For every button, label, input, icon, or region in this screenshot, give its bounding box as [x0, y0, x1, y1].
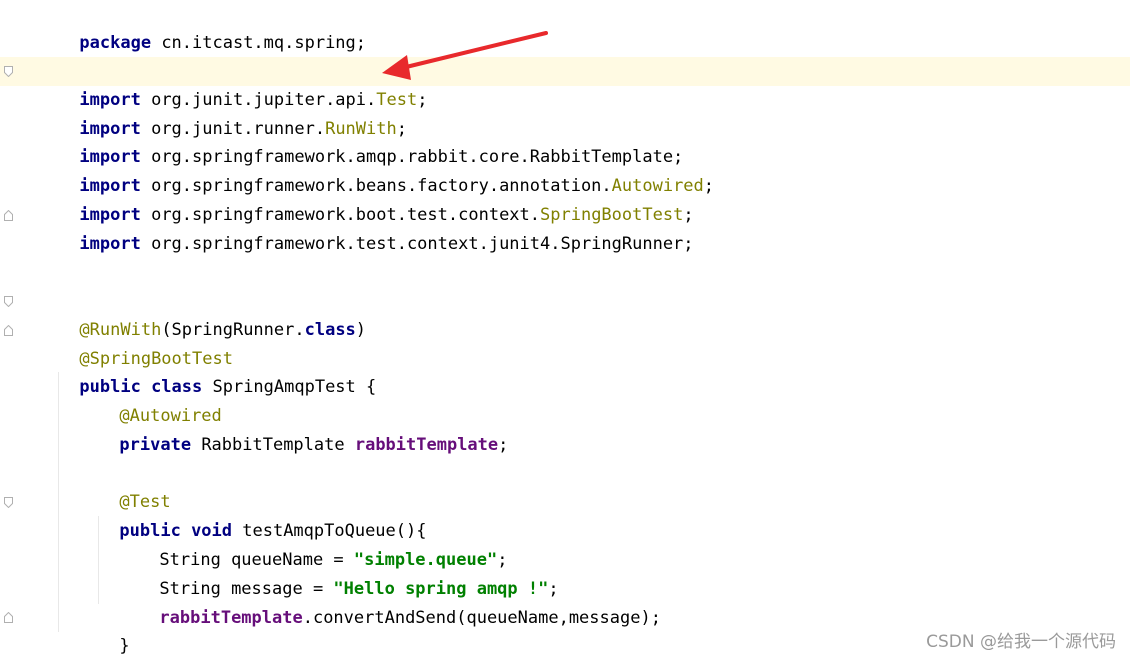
keyword-token: import [79, 233, 141, 254]
code-line[interactable]: import org.springframework.beans.factory… [0, 143, 1130, 196]
code-line[interactable]: import org.junit.runner.RunWith; [0, 86, 1130, 139]
code-line[interactable]: import org.springframework.boot.test.con… [0, 172, 1130, 225]
code-token: } [119, 635, 130, 656]
code-line[interactable]: private RabbitTemplate rabbitTemplate; [0, 402, 1130, 455]
keyword-token: package [79, 32, 152, 53]
fold-end-marker-icon[interactable] [4, 210, 13, 221]
code-line[interactable]: @RunWith(SpringRunner.class) [0, 287, 1130, 340]
code-token: cn.itcast.mq.spring; [151, 32, 367, 53]
fold-end-marker-icon[interactable] [4, 325, 13, 336]
code-editor[interactable]: package cn.itcast.mq.spring; import org.… [0, 0, 1130, 660]
code-line[interactable]: public void testAmqpToQueue(){ [0, 488, 1130, 541]
code-line-current[interactable]: import org.junit.jupiter.api.Test; [0, 57, 1130, 110]
keyword-token: private [119, 434, 192, 455]
code-line[interactable]: public class SpringAmqpTest { [0, 344, 1130, 397]
fold-marker-icon[interactable] [4, 296, 13, 307]
code-token: org.springframework.test.context.junit4.… [140, 233, 694, 254]
fold-marker-icon[interactable] [4, 497, 13, 508]
fold-marker-icon[interactable] [4, 66, 13, 77]
csdn-watermark: CSDN @给我一个源代码 [926, 632, 1116, 652]
code-line[interactable]: String message = "Hello spring amqp !"; [0, 546, 1130, 599]
code-line[interactable]: package cn.itcast.mq.spring; [0, 0, 1130, 53]
code-token: RabbitTemplate [191, 434, 355, 455]
code-line[interactable]: import org.springframework.amqp.rabbit.c… [0, 114, 1130, 167]
code-line[interactable]: import org.springframework.test.context.… [0, 201, 1130, 254]
code-line[interactable]: @Autowired [0, 373, 1130, 426]
field-token: rabbitTemplate [354, 434, 499, 455]
code-line[interactable]: String queueName = "simple.queue"; [0, 517, 1130, 570]
code-token: ; [498, 434, 509, 455]
code-line[interactable]: rabbitTemplate.convertAndSend(queueName,… [0, 575, 1130, 628]
code-line[interactable]: @SpringBootTest [0, 316, 1130, 369]
fold-end-marker-icon[interactable] [4, 612, 13, 623]
code-line[interactable]: @Test [0, 459, 1130, 512]
